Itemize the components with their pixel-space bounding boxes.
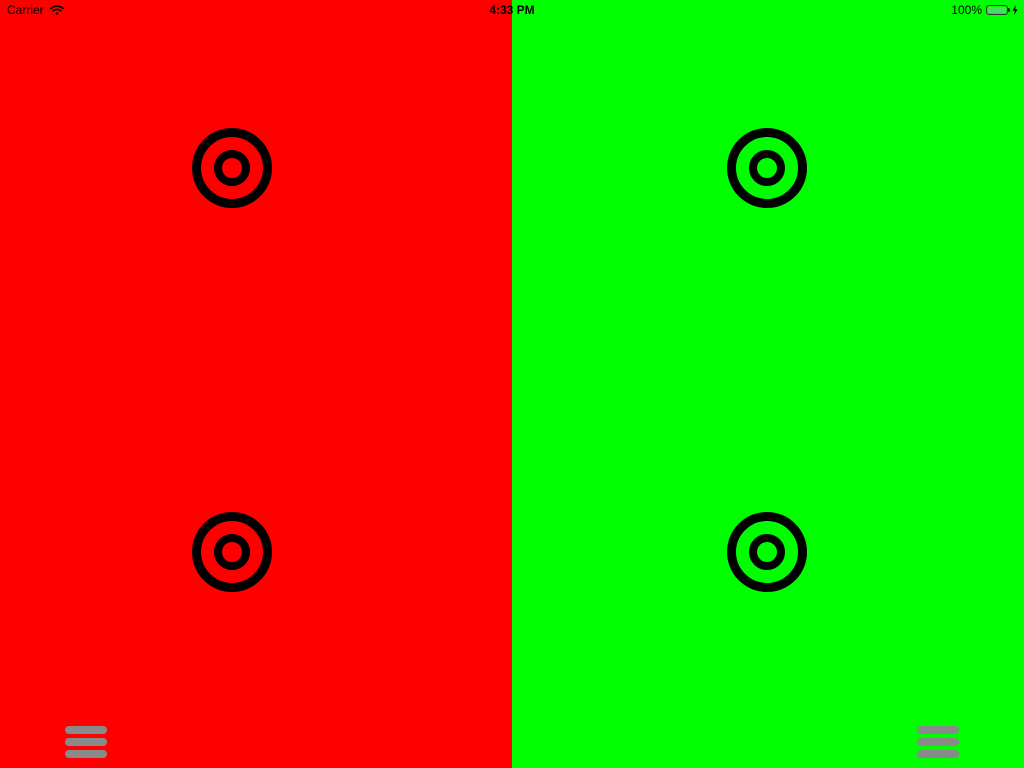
menu-bar [65,726,107,734]
hamburger-menu-icon[interactable] [65,726,107,760]
menu-bar [917,738,959,746]
left-panel[interactable] [0,0,512,768]
menu-bar [917,726,959,734]
screen: Carrier 4:33 PM 100% [0,0,1024,768]
battery-percent: 100% [951,3,982,17]
menu-bar [917,750,959,758]
battery-fill [988,7,1006,13]
hamburger-menu-icon[interactable] [917,726,959,760]
status-time: 4:33 PM [489,3,535,17]
target-icon[interactable] [727,128,807,208]
target-icon[interactable] [192,128,272,208]
status-bar: Carrier 4:33 PM 100% [0,0,1024,20]
battery-icon [986,5,1010,15]
target-icon[interactable] [192,512,272,592]
target-icon[interactable] [727,512,807,592]
menu-bar [65,750,107,758]
bolt-icon [1012,5,1018,15]
status-right: 100% [951,3,1018,17]
right-panel[interactable] [512,0,1024,768]
battery-cap [1008,8,1010,12]
menu-bar [65,738,107,746]
